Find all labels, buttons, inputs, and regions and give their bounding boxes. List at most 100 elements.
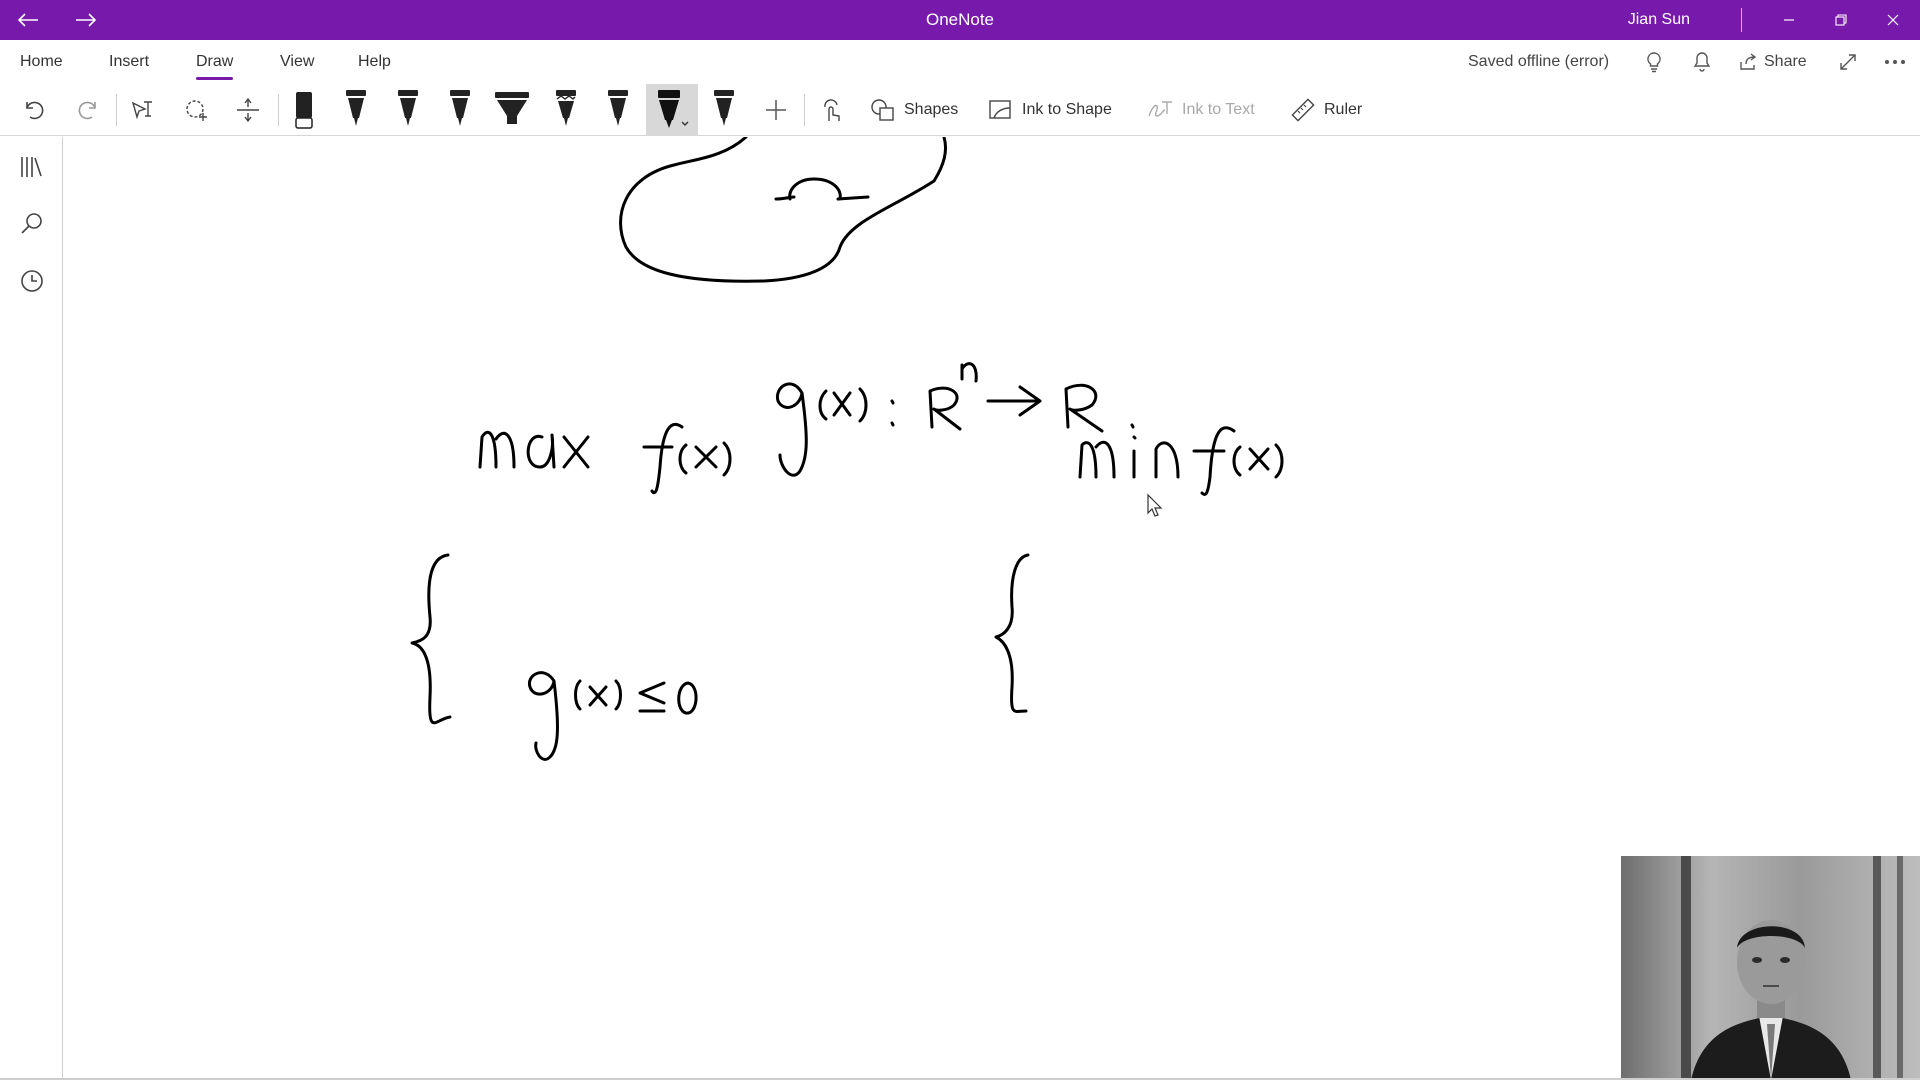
ink-g-mapping-paren-close: [858, 387, 868, 423]
share-button[interactable]: Share: [1738, 40, 1807, 84]
notebooks-icon: [21, 157, 42, 177]
ink-to-shape-button[interactable]: Ink to Shape: [988, 92, 1112, 128]
ink-to-text-icon: [1148, 101, 1172, 117]
ink-to-shape-icon: [989, 100, 1011, 119]
pen-icon: [450, 90, 470, 126]
select-text-icon: [131, 101, 152, 120]
ruler-button[interactable]: Ruler: [1290, 92, 1362, 128]
search-button[interactable]: [16, 207, 48, 239]
undo-button[interactable]: [14, 90, 54, 130]
ink-omega-symbol: [774, 177, 870, 201]
presenter-webcam: [1621, 856, 1920, 1080]
ink-f-paren-right: [1232, 445, 1242, 477]
close-button[interactable]: [1870, 0, 1916, 40]
lasso-select-button[interactable]: [176, 90, 216, 130]
bell-icon: [1693, 52, 1711, 72]
toolbar-separator: [278, 94, 279, 126]
pen-tool-selected[interactable]: [646, 84, 698, 136]
toolbar-separator: [804, 94, 805, 126]
ink-f-paren-close-right: [1274, 443, 1284, 479]
highlighter-tool[interactable]: [490, 84, 534, 136]
search-icon: [21, 213, 42, 234]
tab-insert[interactable]: Insert: [109, 40, 149, 84]
ink-g-constraint-paren: [574, 679, 622, 711]
add-pen-button[interactable]: [756, 90, 796, 130]
pencil-tool[interactable]: [544, 84, 588, 136]
ink-g-constraint: [527, 671, 559, 761]
pen-tool-1[interactable]: [334, 84, 378, 136]
pen-icon: [346, 90, 366, 126]
ruler-icon: [1291, 98, 1315, 122]
recent-notes-button[interactable]: [16, 265, 48, 297]
ink-zero: [677, 681, 698, 715]
recent-icon: [21, 270, 43, 292]
title-separator: [1741, 8, 1742, 32]
ink-period: [1130, 423, 1135, 429]
minimize-button[interactable]: [1766, 0, 1812, 40]
pen-tool-2[interactable]: [386, 84, 430, 136]
ink-g-mapping-colon: [890, 399, 895, 427]
restore-icon: [1835, 14, 1847, 26]
plus-icon: [766, 100, 786, 120]
ink-g-mapping-paren-open: [818, 389, 828, 421]
fullscreen-button[interactable]: [1838, 40, 1858, 84]
ink-left-brace-1: [410, 553, 452, 725]
webcam-image: [1621, 856, 1920, 1080]
sync-status[interactable]: Saved offline (error): [1468, 40, 1609, 84]
tab-home[interactable]: Home: [20, 40, 63, 84]
ink-arrow: [986, 385, 1042, 417]
pen-icon: [608, 90, 628, 126]
lasso-type-select-button[interactable]: [122, 90, 162, 130]
ink-superscript-n: [960, 362, 978, 383]
ink-g-mapping: [775, 382, 808, 477]
title-bar: OneNote Jian Sun: [0, 0, 1920, 40]
forward-button[interactable]: [72, 6, 100, 34]
navigation-rail: [0, 137, 63, 1080]
pen-tool-3[interactable]: [438, 84, 482, 136]
pen-icon: [714, 90, 734, 126]
draw-toolbar: Shapes Ink to Shape Ink to Text Ruler: [0, 84, 1920, 136]
toolbar-separator: [116, 94, 117, 126]
pen-tool-5[interactable]: [702, 84, 746, 136]
pencil-icon: [556, 90, 576, 126]
tab-draw[interactable]: Draw: [196, 40, 234, 84]
eraser-icon: [295, 92, 313, 129]
ink-left-brace-2: [994, 553, 1030, 713]
notebooks-button[interactable]: [16, 151, 48, 183]
ink-region-blob: [619, 135, 948, 283]
pen-tool-4[interactable]: [596, 84, 640, 136]
user-name[interactable]: Jian Sun: [1628, 0, 1690, 40]
notifications-button[interactable]: [1692, 40, 1712, 84]
share-icon: [1740, 53, 1757, 70]
mouse-cursor-icon: [1147, 493, 1163, 517]
eraser-tool[interactable]: [282, 84, 326, 136]
tab-view[interactable]: View: [280, 40, 314, 84]
more-icon: [1885, 60, 1905, 64]
arrow-left-icon: [17, 13, 38, 27]
more-options-button[interactable]: [1884, 40, 1906, 84]
ink-f-x-right: [1248, 447, 1270, 471]
redo-button[interactable]: [68, 90, 108, 130]
back-button[interactable]: [14, 6, 42, 34]
lightbulb-icon: [1647, 52, 1661, 73]
ink-to-text-button[interactable]: Ink to Text: [1146, 92, 1255, 128]
ribbon-tabs: Home Insert Draw View Help Saved offline…: [0, 40, 1920, 84]
ink-to-shape-label: Ink to Shape: [1022, 101, 1112, 118]
ink-R-codomain: [1064, 383, 1104, 433]
shapes-button[interactable]: Shapes: [870, 92, 958, 128]
pen-selected-icon: [658, 90, 689, 128]
restore-button[interactable]: [1818, 0, 1864, 40]
ink-f-of-x-right: [1192, 426, 1236, 496]
ink-R-domain: [928, 386, 962, 431]
insert-space-icon: [237, 97, 259, 123]
ink-to-text-label: Ink to Text: [1182, 101, 1255, 118]
minimize-icon: [1784, 19, 1794, 21]
draw-with-touch-button[interactable]: [812, 90, 852, 130]
shapes-icon: [871, 99, 894, 121]
add-remove-space-button[interactable]: [228, 90, 268, 130]
ink-f-paren-left: [678, 443, 688, 475]
tell-me-button[interactable]: [1644, 40, 1664, 84]
arrow-right-icon: [76, 13, 97, 27]
ink-f-of-x-left: [642, 423, 684, 495]
tab-help[interactable]: Help: [358, 40, 391, 84]
